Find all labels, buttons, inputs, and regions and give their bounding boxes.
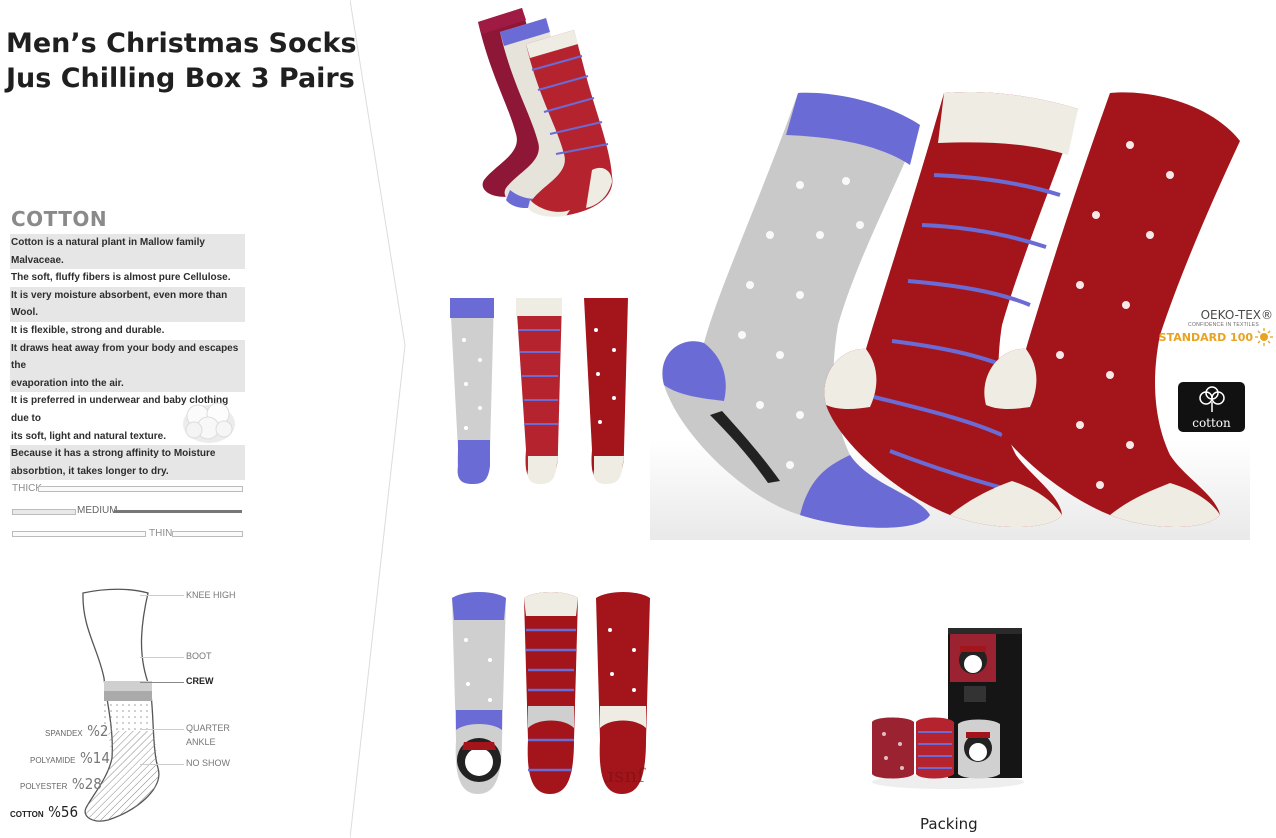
svg-text:ɹsnſ: ɹsnſ	[604, 763, 646, 787]
packing-label: Packing	[920, 815, 978, 833]
sock-length-legend: KNEE HIGH BOOT CREW QUARTER ANKLE NO SHO…	[140, 590, 250, 780]
composition-row: COTTON %56	[10, 803, 79, 821]
composition-row: SPANDEX %2	[45, 722, 109, 740]
length-ankle: ANKLE	[186, 737, 216, 747]
thickness-thin-bar-right	[172, 531, 243, 537]
thickness-medium-bar-right	[114, 510, 242, 513]
material-line: It draws heat away from your body and es…	[10, 339, 245, 375]
thickness-thick-bar	[38, 486, 243, 492]
fabric-composition: SPANDEX %2 POLYAMIDE %14 POLYESTER %28 C…	[10, 722, 140, 832]
cotton-logo-text: cotton	[1192, 416, 1231, 430]
product-title: Men’s Christmas Socks Jus Chilling Box 3…	[6, 26, 357, 96]
thickness-scale: THICK MEDIUM THIN	[10, 480, 246, 540]
composition-row: POLYAMIDE %14	[30, 749, 110, 767]
gift-box-image	[872, 628, 1024, 789]
material-line: evaporation into the air.	[10, 374, 245, 393]
oeko-tex-name: OEKO-TEX®	[1200, 308, 1273, 322]
cotton-logo: cotton	[1178, 382, 1245, 432]
material-line: absorbtion, it takes longer to dry.	[10, 462, 245, 481]
length-knee-high: KNEE HIGH	[186, 590, 236, 600]
cotton-flower-icon	[1198, 386, 1225, 412]
material-heading: COTTON	[11, 207, 108, 231]
oeko-tex-badge: OEKO-TEX® CONFIDENCE IN TEXTILES STANDAR…	[1157, 308, 1273, 346]
oeko-tex-sun-icon	[1255, 328, 1273, 346]
length-no-show: NO SHOW	[186, 758, 230, 768]
material-line: It is flexible, strong and durable.	[11, 324, 165, 336]
material-line: The soft, fluffy fibers is almost pure C…	[11, 272, 231, 284]
thickness-medium-bar-left	[12, 509, 76, 515]
length-crew: CREW	[186, 676, 214, 686]
title-line-1: Men’s Christmas Socks	[6, 28, 357, 59]
socks-front-view-image	[450, 298, 628, 484]
thickness-thin-label: THIN	[149, 528, 173, 539]
title-line-2: Jus Chilling Box 3 Pairs	[6, 63, 355, 94]
thickness-medium-label: MEDIUM	[77, 505, 118, 516]
length-boot: BOOT	[186, 651, 212, 661]
thickness-thin-bar-left	[12, 531, 146, 537]
socks-back-view-image: ɹsnſ	[452, 592, 650, 794]
length-quarter: QUARTER	[186, 723, 230, 733]
material-line: Cotton is a natural plant in Mallow fami…	[10, 234, 245, 270]
composition-row: POLYESTER %28	[20, 775, 102, 793]
socks-trio-image	[478, 8, 613, 217]
section-divider	[350, 0, 406, 838]
oeko-tex-standard: STANDARD 100	[1158, 330, 1253, 344]
material-line: It is very moisture absorbent, even more…	[10, 286, 245, 322]
cotton-boll-image	[183, 402, 235, 443]
material-line: Because it has a strong affinity to Mois…	[10, 445, 245, 463]
